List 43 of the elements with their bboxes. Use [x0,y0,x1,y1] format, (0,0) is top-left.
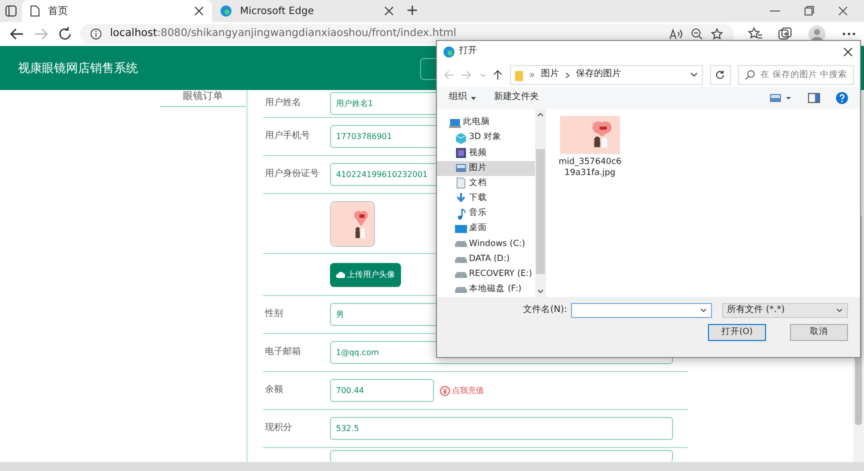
cancel-button[interactable]: 取消 [790,324,848,341]
browser-tab[interactable]: 首页 [22,0,212,22]
file-item[interactable]: mid_357640c619a31fa.jpg [558,116,622,179]
field-label: 用户姓名 [264,96,302,110]
address-path-field[interactable]: 图片 保存的图片 [510,65,703,85]
folder-tree-item[interactable]: 音乐 [437,206,535,222]
file-name-label: 文件名(N): [523,304,567,317]
folder-tree-item[interactable]: 下载 [437,190,535,206]
browser-tab[interactable]: Microsoft Edge [212,0,402,22]
file-type-dropdown[interactable]: 所有文件 (*.*) [722,303,848,318]
folder-tree-item[interactable]: 3D 对象 [437,130,535,146]
site-title: 视康眼镜网店销售系统 [18,60,138,77]
folder-tree-item[interactable]: 图片 [437,160,535,176]
organize-menu[interactable]: 组织 [449,91,476,105]
dialog-title: 打开 [459,45,478,58]
folder-tree-item[interactable]: 本地磁盘 (F:) [437,282,535,298]
field-label: 用户身份证号 [264,168,320,181]
folder-tree-item[interactable]: Windows (C:) [437,236,535,252]
field-label: 用户手机号 [264,130,311,143]
field-label: 余额 [264,384,284,397]
field-label: 性别 [264,308,284,321]
breadcrumb-item[interactable]: 保存的图片 [576,68,621,82]
folder-tree-item[interactable]: 桌面 [437,221,535,236]
input-field[interactable]: 700.44 [330,379,434,402]
url-text: localhost:8080/shikangyanjingwangdianxiaoshou/front/index.html [110,26,458,42]
folder-tree-item[interactable]: RECOVERY (E:) [437,266,535,282]
breadcrumb-item[interactable]: 图片 [540,68,559,82]
sidebar-item[interactable]: 眼镜订单 [160,91,246,107]
field-label: 电子邮箱 [264,346,302,359]
folder-tree-item[interactable]: 视频 [437,145,535,161]
field-label: 现积分 [264,422,293,435]
upload-avatar-button[interactable]: 上传用户头像 [330,262,401,286]
file-name: mid_357640c619a31fa.jpg [558,157,622,179]
input-field[interactable]: 532.5 [330,417,673,440]
address-bar[interactable]: localhost:8080/shikangyanjingwangdianxiaoshou/front/index.html [80,24,734,44]
recharge-link[interactable]: 点我充值 [440,384,484,396]
new-folder-button[interactable]: 新建文件夹 [494,91,539,105]
folder-tree-item[interactable]: 此电脑 [437,115,535,130]
folder-tree-item[interactable]: 文档 [437,176,535,191]
search-field[interactable]: 在 保存的图片 中搜索 [738,65,854,85]
open-button[interactable]: 打开(O) [708,324,766,341]
new-tab-button[interactable]: + [406,2,419,18]
folder-tree-item[interactable]: DATA (D:) [437,252,535,267]
